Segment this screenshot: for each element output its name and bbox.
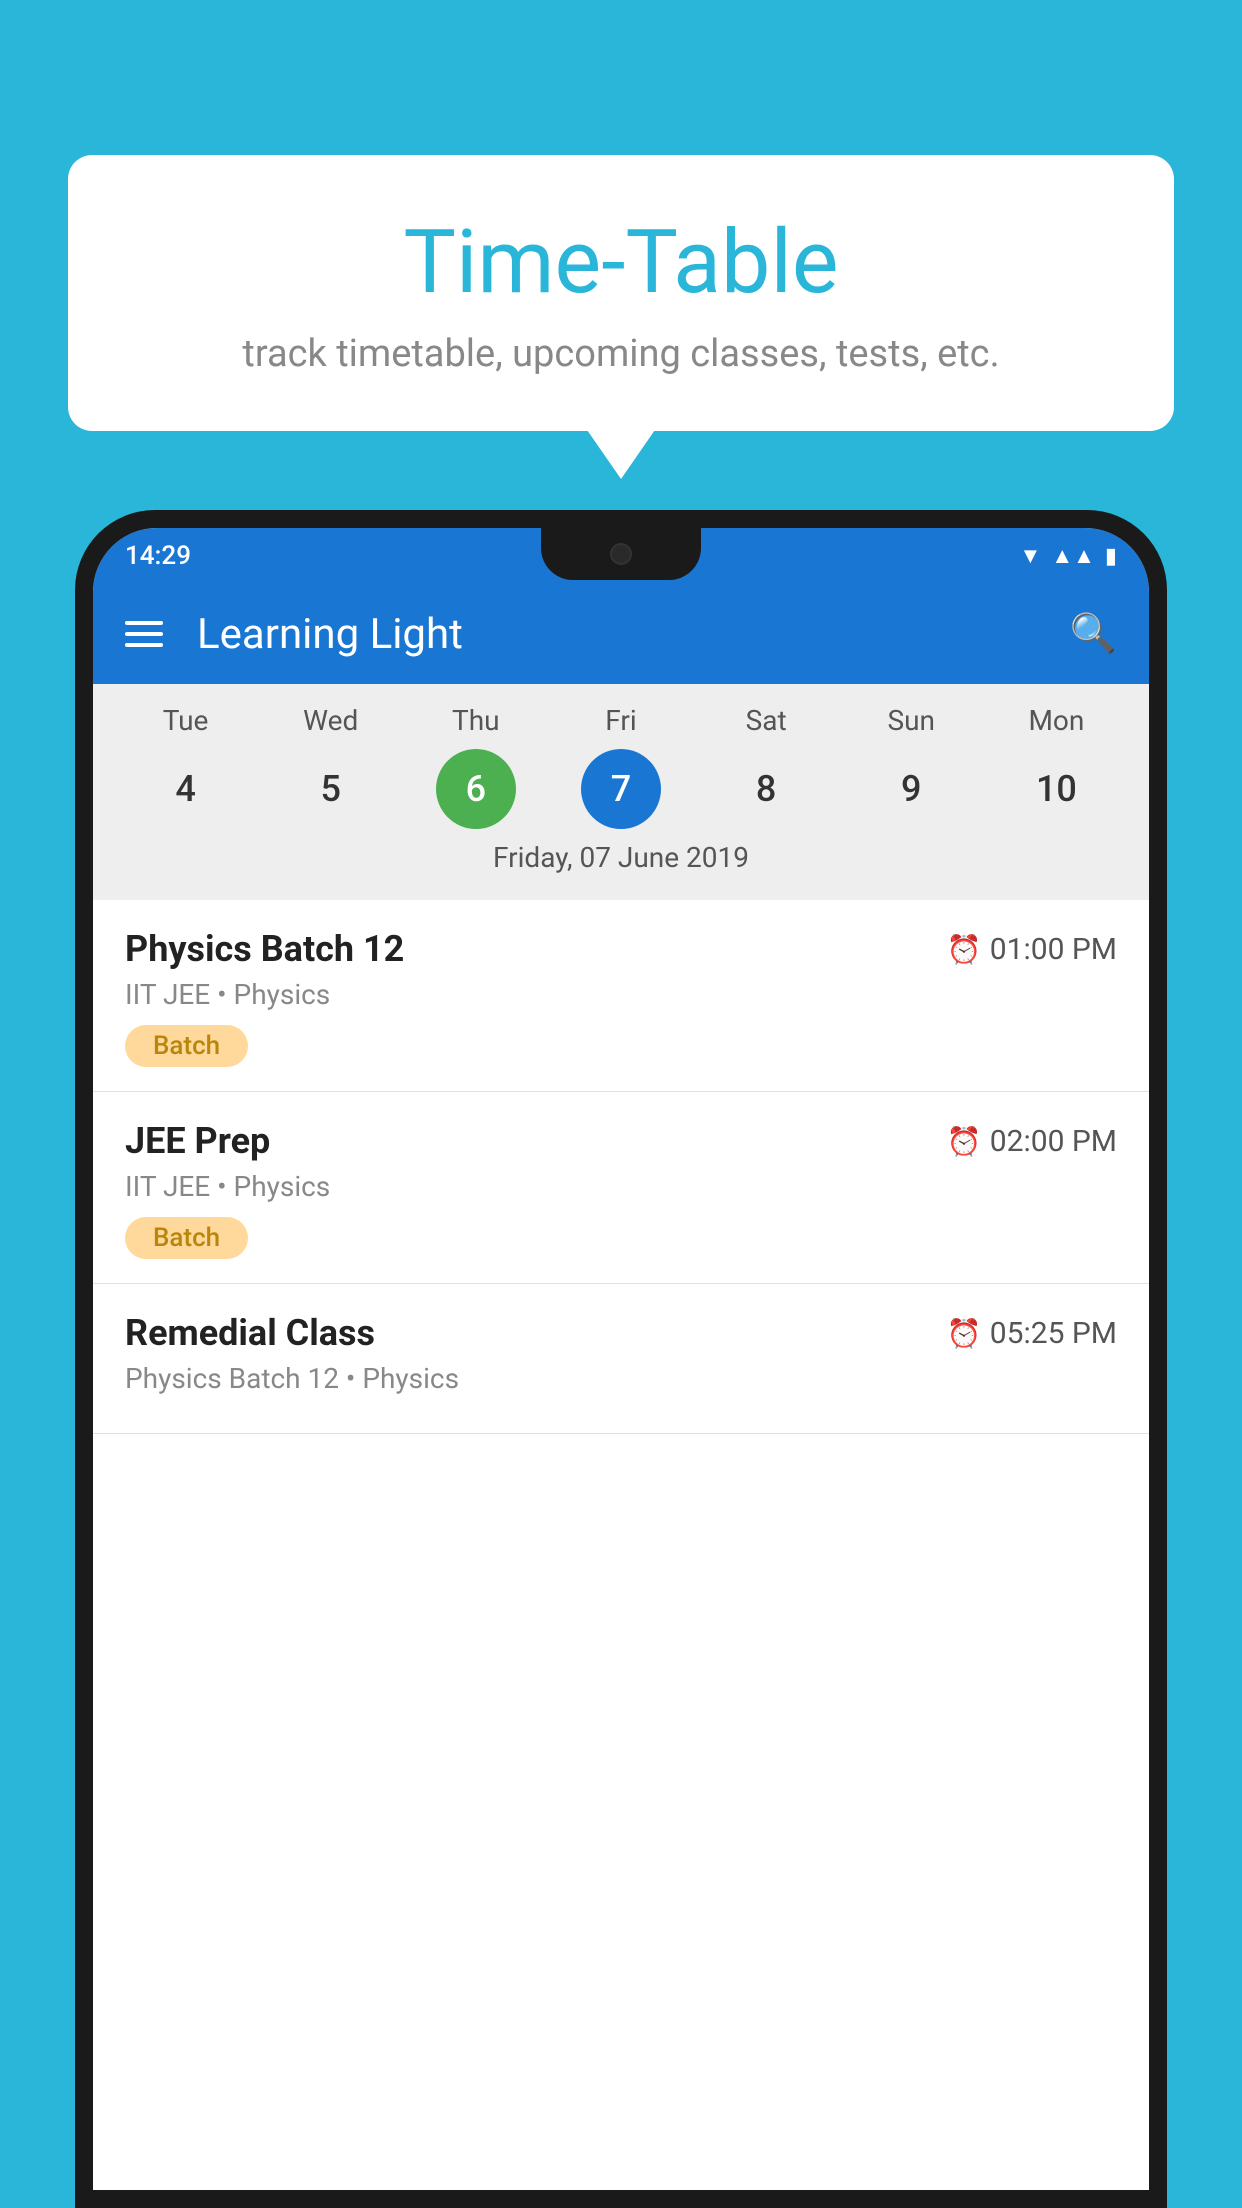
day-6-today[interactable]: 6 — [436, 749, 516, 829]
speech-bubble-container: Time-Table track timetable, upcoming cla… — [68, 155, 1174, 431]
item-time-2: ⏰ 02:00 PM — [947, 1124, 1117, 1159]
item-header-1: Physics Batch 12 ⏰ 01:00 PM — [125, 928, 1117, 970]
time-label-2: 02:00 PM — [990, 1124, 1117, 1159]
bubble-subtitle: track timetable, upcoming classes, tests… — [108, 332, 1134, 376]
speech-bubble: Time-Table track timetable, upcoming cla… — [68, 155, 1174, 431]
day-numbers: 4 5 6 7 8 9 10 — [93, 749, 1149, 829]
item-header-3: Remedial Class ⏰ 05:25 PM — [125, 1312, 1117, 1354]
schedule-list: Physics Batch 12 ⏰ 01:00 PM IIT JEE • Ph… — [93, 900, 1149, 2190]
day-9[interactable]: 9 — [871, 749, 951, 829]
item-title-2: JEE Prep — [125, 1120, 270, 1162]
bubble-title: Time-Table — [108, 215, 1134, 312]
search-icon[interactable]: 🔍 — [1070, 612, 1117, 656]
batch-badge-2: Batch — [125, 1217, 248, 1259]
item-title-1: Physics Batch 12 — [125, 928, 404, 970]
calendar-strip: Tue Wed Thu Fri Sat Sun Mon 4 5 6 7 8 9 … — [93, 684, 1149, 900]
phone-camera — [610, 543, 632, 565]
batch-badge-1: Batch — [125, 1025, 248, 1067]
time-label-1: 01:00 PM — [990, 932, 1117, 967]
schedule-item-3[interactable]: Remedial Class ⏰ 05:25 PM Physics Batch … — [93, 1284, 1149, 1434]
day-10[interactable]: 10 — [1016, 749, 1096, 829]
day-header-wed: Wed — [291, 704, 371, 737]
time-label-3: 05:25 PM — [990, 1316, 1117, 1351]
item-subtitle-3: Physics Batch 12 • Physics — [125, 1362, 1117, 1395]
app-bar: Learning Light 🔍 — [93, 584, 1149, 684]
wifi-icon: ▼ — [1020, 543, 1042, 569]
phone-frame: 14:29 ▼ ▲▲ ▮ Learning Light 🔍 — [75, 510, 1167, 2208]
phone-outer: 14:29 ▼ ▲▲ ▮ Learning Light 🔍 — [75, 510, 1167, 2208]
day-headers: Tue Wed Thu Fri Sat Sun Mon — [93, 704, 1149, 737]
clock-icon-1: ⏰ — [947, 933, 982, 966]
phone-notch — [541, 528, 701, 580]
item-title-3: Remedial Class — [125, 1312, 375, 1354]
status-time: 14:29 — [125, 541, 191, 571]
day-header-thu: Thu — [436, 704, 516, 737]
day-header-fri: Fri — [581, 704, 661, 737]
schedule-item-1[interactable]: Physics Batch 12 ⏰ 01:00 PM IIT JEE • Ph… — [93, 900, 1149, 1092]
signal-icon: ▲▲ — [1051, 543, 1095, 569]
day-7-selected[interactable]: 7 — [581, 749, 661, 829]
day-header-sat: Sat — [726, 704, 806, 737]
day-header-mon: Mon — [1016, 704, 1096, 737]
day-5[interactable]: 5 — [291, 749, 371, 829]
day-header-tue: Tue — [146, 704, 226, 737]
item-time-1: ⏰ 01:00 PM — [947, 932, 1117, 967]
schedule-item-2[interactable]: JEE Prep ⏰ 02:00 PM IIT JEE • Physics Ba… — [93, 1092, 1149, 1284]
item-time-3: ⏰ 05:25 PM — [947, 1316, 1117, 1351]
clock-icon-2: ⏰ — [947, 1125, 982, 1158]
battery-icon: ▮ — [1105, 544, 1117, 569]
selected-date: Friday, 07 June 2019 — [93, 829, 1149, 890]
status-icons: ▼ ▲▲ ▮ — [1020, 543, 1117, 569]
item-subtitle-1: IIT JEE • Physics — [125, 978, 1117, 1011]
day-8[interactable]: 8 — [726, 749, 806, 829]
app-title: Learning Light — [197, 610, 1038, 659]
clock-icon-3: ⏰ — [947, 1317, 982, 1350]
day-4[interactable]: 4 — [146, 749, 226, 829]
phone-screen: 14:29 ▼ ▲▲ ▮ Learning Light 🔍 — [93, 528, 1149, 2190]
day-header-sun: Sun — [871, 704, 951, 737]
item-subtitle-2: IIT JEE • Physics — [125, 1170, 1117, 1203]
item-header-2: JEE Prep ⏰ 02:00 PM — [125, 1120, 1117, 1162]
hamburger-menu-icon[interactable] — [125, 621, 165, 647]
